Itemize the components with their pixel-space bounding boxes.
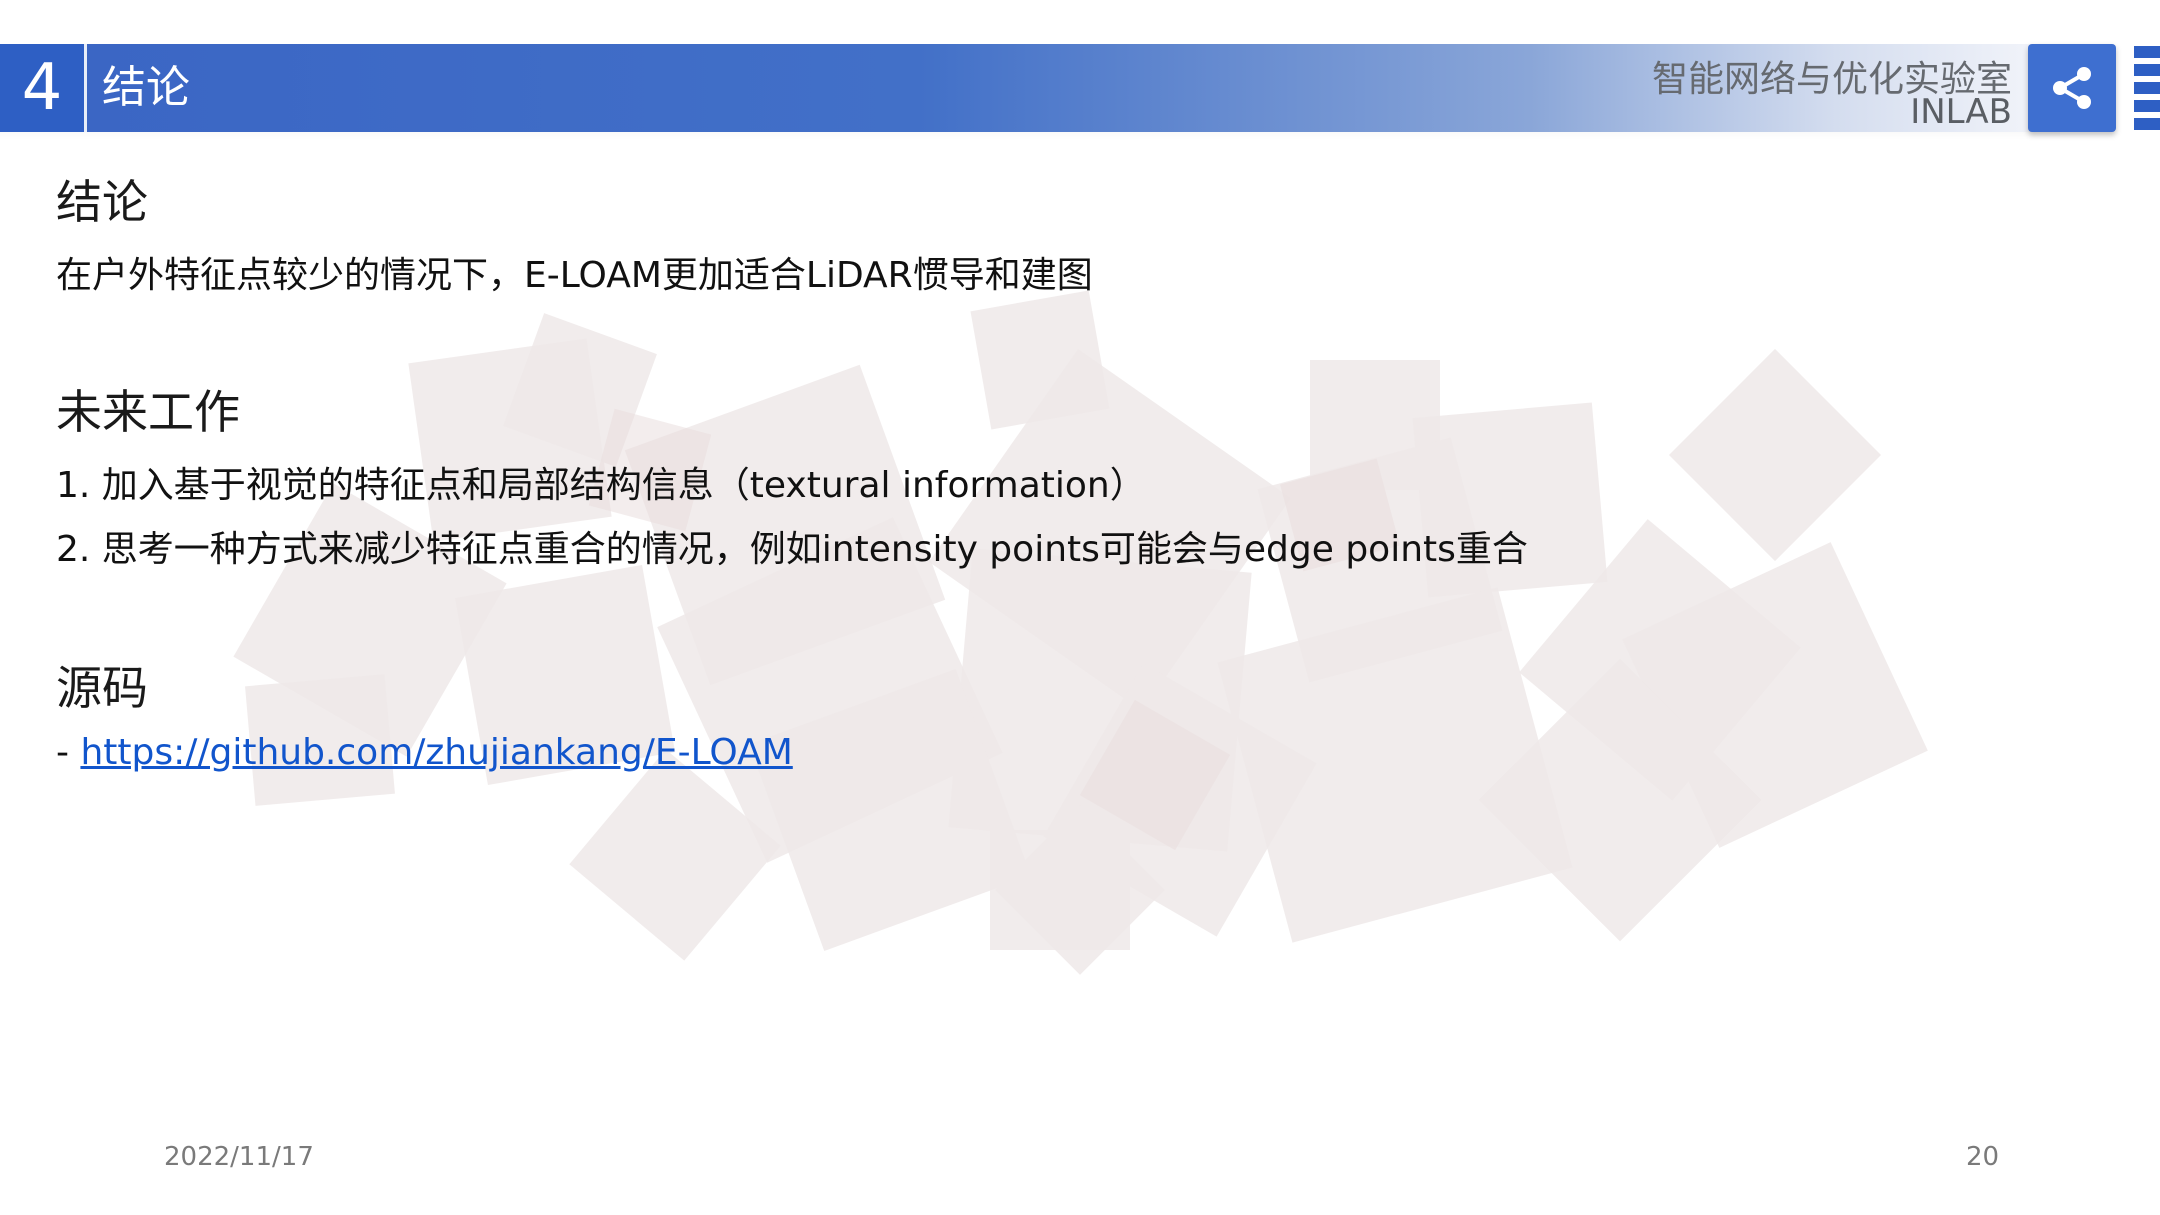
source-link[interactable]: https://github.com/zhujiankang/E-LOAM [80,732,792,773]
lab-short-name: INLAB [1910,92,2012,132]
source-line: - https://github.com/zhujiankang/E-LOAM [56,732,793,773]
future-work-heading: 未来工作 [56,385,240,439]
source-heading: 源码 [56,661,148,715]
share-button[interactable] [2028,44,2116,132]
header-title: 结论 [102,62,190,113]
footer-date: 2022/11/17 [164,1142,314,1172]
share-icon [2053,67,2091,109]
conclusion-text: 在户外特征点较少的情况下，E-LOAM更加适合LiDAR惯导和建图 [56,255,1093,296]
future-work-item-1: 1. 加入基于视觉的特征点和局部结构信息（textural informatio… [56,465,1146,506]
slide: 4 结论 智能网络与优化实验室 INLAB 结论 在户外特征点较少的情况下，E-… [0,0,2160,1215]
section-number: 4 [21,51,63,125]
source-prefix: - [56,732,81,773]
background-squares-decoration [233,290,1928,975]
edge-stripes-decoration [2134,46,2160,132]
section-number-box: 4 [0,44,87,132]
conclusion-heading: 结论 [56,175,148,229]
future-work-item-2: 2. 思考一种方式来减少特征点重合的情况，例如intensity points可… [56,529,1528,570]
page-number: 20 [1966,1142,2000,1172]
